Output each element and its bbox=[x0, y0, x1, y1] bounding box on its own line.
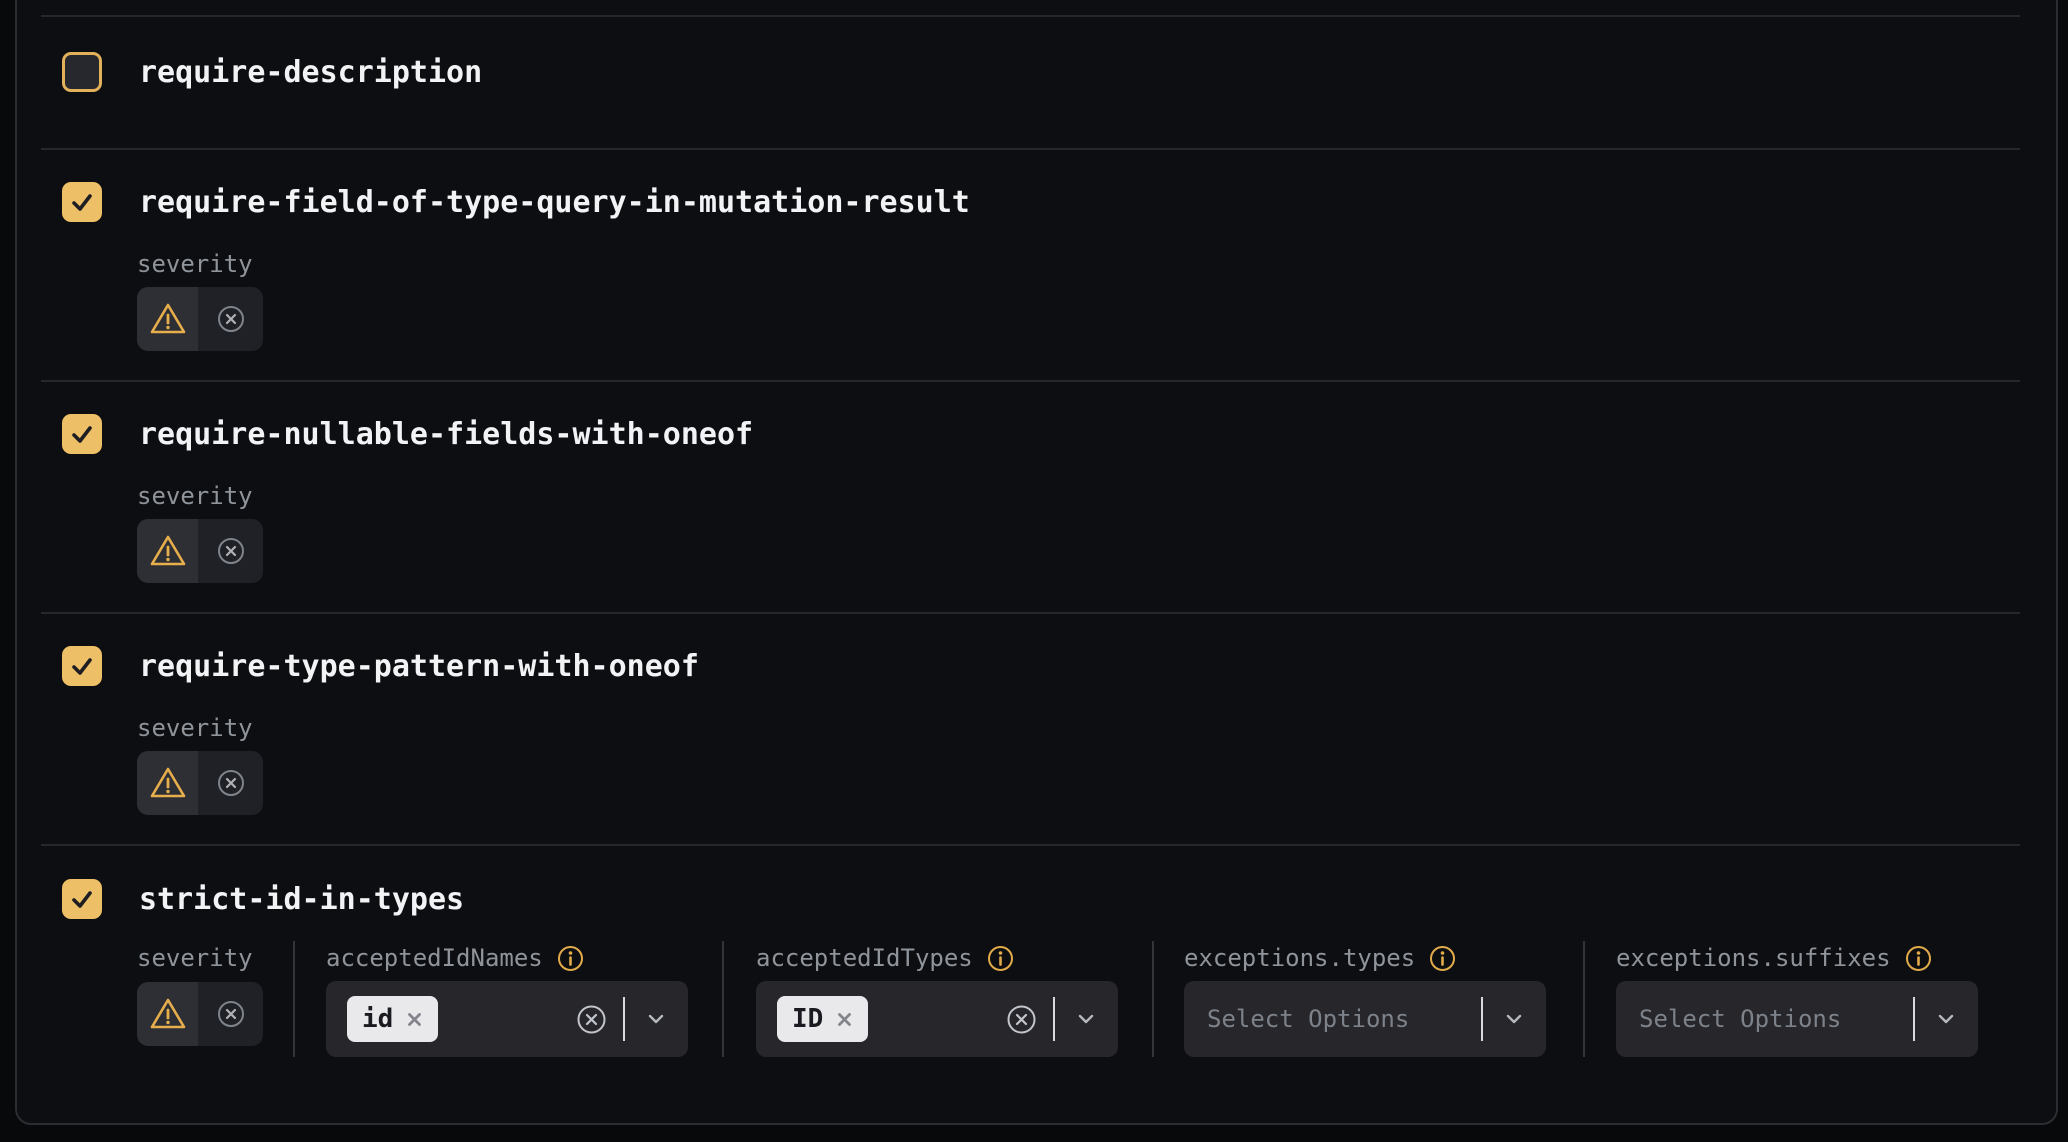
rule-row: require-description bbox=[0, 15, 2068, 148]
severity-off-button[interactable] bbox=[198, 287, 263, 351]
rule-checkbox-checked[interactable] bbox=[62, 182, 102, 222]
clear-selection-button[interactable] bbox=[1007, 1005, 1036, 1034]
severity-label: severity bbox=[137, 482, 253, 510]
circle-info-icon[interactable] bbox=[987, 945, 1014, 972]
column-divider bbox=[293, 941, 295, 1057]
clear-selection-button[interactable] bbox=[577, 1005, 606, 1034]
select-separator bbox=[1481, 997, 1483, 1041]
severity-toggle bbox=[137, 519, 263, 583]
severity-label: severity bbox=[137, 714, 253, 742]
severity-warn-button[interactable] bbox=[137, 519, 198, 583]
circle-x-icon bbox=[217, 305, 245, 333]
chevron-down-icon[interactable] bbox=[1500, 1007, 1528, 1031]
circle-info-icon[interactable] bbox=[557, 945, 584, 972]
circle-info-icon[interactable] bbox=[1429, 945, 1456, 972]
checkmark-icon bbox=[69, 421, 95, 447]
warning-triangle-icon bbox=[148, 765, 188, 801]
option-label: exceptions.types bbox=[1184, 944, 1415, 972]
checkmark-icon bbox=[69, 653, 95, 679]
x-mark-icon[interactable] bbox=[406, 1011, 423, 1028]
rule-row: require-nullable-fields-with-oneof sever… bbox=[0, 380, 2068, 612]
checkmark-icon bbox=[69, 886, 95, 912]
multiselect-exceptions-types[interactable]: Select Options bbox=[1184, 981, 1546, 1057]
option-label: acceptedIdNames bbox=[326, 944, 543, 972]
rule-name: require-field-of-type-query-in-mutation-… bbox=[139, 185, 970, 220]
severity-toggle bbox=[137, 287, 263, 351]
rule-checkbox-checked[interactable] bbox=[62, 646, 102, 686]
select-placeholder: Select Options bbox=[1639, 981, 1841, 1057]
select-separator bbox=[1913, 997, 1915, 1041]
circle-x-icon bbox=[217, 1000, 245, 1028]
select-separator bbox=[1053, 997, 1055, 1041]
warning-triangle-icon bbox=[148, 533, 188, 569]
severity-off-button[interactable] bbox=[198, 519, 263, 583]
x-mark-icon[interactable] bbox=[836, 1011, 853, 1028]
severity-toggle bbox=[137, 751, 263, 815]
multiselect-exceptions-suffixes[interactable]: Select Options bbox=[1616, 981, 1978, 1057]
severity-toggle bbox=[137, 982, 263, 1046]
multiselect-accepted-id-types[interactable]: ID bbox=[756, 981, 1118, 1057]
severity-off-button[interactable] bbox=[198, 751, 263, 815]
severity-label: severity bbox=[137, 944, 253, 972]
severity-off-button[interactable] bbox=[198, 982, 263, 1046]
chevron-down-icon[interactable] bbox=[1072, 1007, 1100, 1031]
column-divider bbox=[1583, 941, 1585, 1057]
checkmark-icon bbox=[69, 189, 95, 215]
rule-name: require-description bbox=[139, 55, 482, 90]
circle-x-clear-icon bbox=[1007, 1005, 1036, 1034]
warning-triangle-icon bbox=[148, 996, 188, 1032]
selected-tag: id bbox=[347, 996, 438, 1042]
circle-x-icon bbox=[217, 769, 245, 797]
circle-x-icon bbox=[217, 537, 245, 565]
rules-config-screen: require-description require-field-of-typ… bbox=[0, 0, 2068, 1142]
severity-warn-button[interactable] bbox=[137, 287, 198, 351]
selected-tag: ID bbox=[777, 996, 868, 1042]
rule-checkbox-checked[interactable] bbox=[62, 414, 102, 454]
option-label: acceptedIdTypes bbox=[756, 944, 973, 972]
chevron-down-icon[interactable] bbox=[642, 1007, 670, 1031]
tag-value: id bbox=[362, 1004, 393, 1034]
rule-name: strict-id-in-types bbox=[139, 882, 464, 917]
rule-checkbox-checked[interactable] bbox=[62, 879, 102, 919]
multiselect-accepted-id-names[interactable]: id bbox=[326, 981, 688, 1057]
rule-checkbox-unchecked[interactable] bbox=[62, 52, 102, 92]
rule-row: require-field-of-type-query-in-mutation-… bbox=[0, 148, 2068, 380]
chevron-down-icon[interactable] bbox=[1932, 1007, 1960, 1031]
select-placeholder: Select Options bbox=[1207, 981, 1409, 1057]
severity-label: severity bbox=[137, 250, 253, 278]
column-divider bbox=[722, 941, 724, 1057]
rule-row: strict-id-in-types severity accep bbox=[0, 844, 2068, 1125]
circle-x-clear-icon bbox=[577, 1005, 606, 1034]
rule-name: require-type-pattern-with-oneof bbox=[139, 649, 699, 684]
tag-value: ID bbox=[792, 1004, 823, 1034]
severity-warn-button[interactable] bbox=[137, 982, 198, 1046]
column-divider bbox=[1152, 941, 1154, 1057]
rule-row: require-type-pattern-with-oneof severity bbox=[0, 612, 2068, 844]
rule-name: require-nullable-fields-with-oneof bbox=[139, 417, 753, 452]
circle-info-icon[interactable] bbox=[1905, 945, 1932, 972]
select-separator bbox=[623, 997, 625, 1041]
severity-warn-button[interactable] bbox=[137, 751, 198, 815]
option-label: exceptions.suffixes bbox=[1616, 944, 1891, 972]
warning-triangle-icon bbox=[148, 301, 188, 337]
